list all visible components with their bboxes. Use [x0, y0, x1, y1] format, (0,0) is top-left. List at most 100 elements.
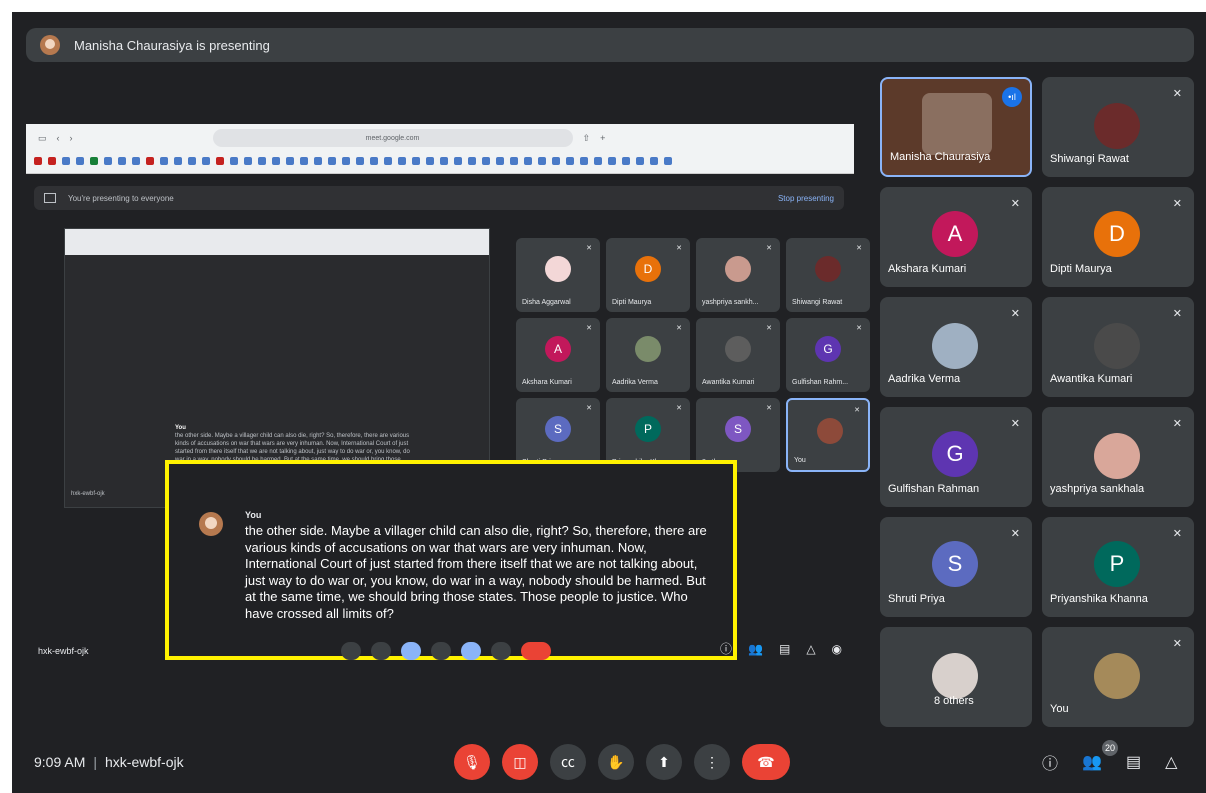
participant-photo: [1094, 433, 1140, 479]
avatar: S: [725, 416, 751, 442]
presenting-bar: You're presenting to everyone Stop prese…: [34, 186, 844, 210]
participant-name: yashpriya sankh...: [702, 299, 759, 306]
inner-participant-tile: Aadrika Verma ✕: [606, 318, 690, 392]
inner-meeting-code: hxk-ewbf-ojk: [38, 646, 89, 656]
participant-name: Awantika Kumari: [702, 379, 755, 386]
participant-name: Akshara Kumari: [888, 263, 967, 275]
browser-bar: ▭ ‹ › meet.google.com ⇧ +: [26, 124, 854, 174]
more-options-button[interactable]: ⋮: [694, 744, 730, 780]
avatar: P: [635, 416, 661, 442]
people-button[interactable]: 👥 20: [1082, 740, 1119, 772]
mic-off-icon: ✕: [1172, 418, 1182, 430]
participant-tile[interactable]: D Dipti Maurya ✕: [1042, 187, 1194, 287]
mic-off-icon: ✕: [586, 245, 592, 252]
chat-icon: ▤: [778, 641, 791, 656]
inner-participant-tile: Shiwangi Rawat ✕: [786, 238, 870, 312]
inner-right-controls: ⓘ 👥 ▤ △ ◉: [720, 640, 842, 657]
nested-meeting-code: hxk-ewbf-ojk: [71, 491, 105, 497]
captions-button[interactable]: ㏄: [550, 744, 586, 780]
mic-off-icon: ✕: [1172, 528, 1182, 540]
speaking-indicator-icon: •ıl: [1002, 87, 1022, 107]
participant-photo: [1094, 653, 1140, 699]
more-icon: [491, 642, 511, 660]
cc-icon: ㏄: [561, 754, 575, 770]
participant-name: Manisha Chaurasiya: [890, 151, 991, 163]
participant-name: yashpriya sankhala: [1050, 483, 1145, 495]
new-tab-icon: +: [600, 133, 606, 143]
avatar: D: [1094, 211, 1140, 257]
caption-speaker: You: [245, 510, 262, 520]
participant-tile[interactable]: P Priyanshika Khanna ✕: [1042, 517, 1194, 617]
participant-tile[interactable]: Manisha Chaurasiya •ıl: [880, 77, 1032, 177]
call-controls: 🎙 ◫ ㏄ ✋ ⬆ ⋮ ☎: [454, 744, 790, 780]
avatar: G: [932, 431, 978, 477]
avatar: [545, 256, 571, 282]
more-vert-icon: ⋮: [705, 753, 719, 770]
participant-photo: [1094, 103, 1140, 149]
presenter-avatar: [40, 35, 60, 55]
participant-tile[interactable]: Aadrika Verma ✕: [880, 297, 1032, 397]
participant-name: Dipti Maurya: [612, 299, 652, 306]
mic-off-icon: ✕: [1010, 418, 1020, 430]
end-call-icon: [521, 642, 551, 660]
chat-button[interactable]: ▤: [1126, 752, 1141, 772]
info-icon: ⓘ: [720, 642, 733, 656]
mic-off-icon: ✕: [854, 407, 860, 414]
avatar: [725, 336, 751, 362]
participant-tile[interactable]: A Akshara Kumari ✕: [880, 187, 1032, 287]
participant-tile[interactable]: You ✕: [1042, 627, 1194, 727]
participant-name: Akshara Kumari: [522, 379, 572, 386]
clock-and-code: 9:09 AM | hxk-ewbf-ojk: [34, 754, 184, 770]
side-controls: ⓘ 👥 20 ▤ △: [1042, 740, 1177, 774]
separator: |: [93, 754, 98, 770]
mic-off-icon: ✕: [586, 405, 592, 412]
avatar: [635, 336, 661, 362]
leave-call-button[interactable]: ☎: [742, 744, 790, 780]
participant-tile[interactable]: yashpriya sankhala ✕: [1042, 407, 1194, 507]
mic-icon: [341, 642, 361, 660]
camera-off-icon: ◫: [513, 753, 527, 770]
mic-off-icon: ✕: [856, 325, 862, 332]
back-icon: ‹: [56, 133, 60, 143]
participant-tile[interactable]: G Gulfishan Rahman ✕: [880, 407, 1032, 507]
participant-tile[interactable]: Awantika Kumari ✕: [1042, 297, 1194, 397]
participant-tile[interactable]: S Shruti Priya ✕: [880, 517, 1032, 617]
inner-participant-grid: Disha Aggarwal ✕ D Dipti Maurya ✕ yashpriya s…: [516, 238, 872, 474]
mic-off-icon: ✕: [586, 325, 592, 332]
mic-off-icon: ✕: [766, 325, 772, 332]
camera-button[interactable]: ◫: [502, 744, 538, 780]
participant-name: Shiwangi Rawat: [1050, 153, 1129, 165]
present-icon: ⬆: [658, 753, 670, 770]
participant-name: Aadrika Verma: [612, 379, 658, 386]
raise-hand-button[interactable]: ✋: [598, 744, 634, 780]
mic-button[interactable]: 🎙: [454, 744, 490, 780]
participant-name: 8 others: [934, 695, 974, 707]
avatar: S: [932, 541, 978, 587]
participant-photo: [932, 323, 978, 369]
caption-controls: [341, 642, 551, 660]
forward-icon: ›: [69, 133, 73, 143]
time: 9:09 AM: [34, 754, 86, 770]
meet-window: Manisha Chaurasiya is presenting ▭ ‹ › m…: [12, 12, 1206, 793]
info-button[interactable]: ⓘ: [1042, 750, 1058, 774]
participant-tile[interactable]: Shiwangi Rawat ✕: [1042, 77, 1194, 177]
avatar: S: [545, 416, 571, 442]
present-button[interactable]: ⬆: [646, 744, 682, 780]
present-icon: [44, 193, 56, 203]
participant-name: Gulfishan Rahman: [888, 483, 980, 495]
mic-off-icon: ✕: [1010, 528, 1020, 540]
activities-icon: △: [806, 641, 816, 656]
participant-name: Dipti Maurya: [1050, 263, 1112, 275]
host-controls-icon: ◉: [831, 641, 843, 656]
avatar: G: [815, 336, 841, 362]
mic-off-icon: ✕: [1172, 638, 1182, 650]
people-icon: 👥: [748, 641, 763, 656]
stop-presenting-button[interactable]: Stop presenting: [778, 194, 834, 203]
participant-name: You: [1050, 703, 1069, 715]
participant-tile[interactable]: 8 others: [880, 627, 1032, 727]
end-call-icon: ☎: [757, 753, 775, 770]
camera-icon: [371, 642, 391, 660]
inner-participant-tile: D Dipti Maurya ✕: [606, 238, 690, 312]
activities-button[interactable]: △: [1165, 752, 1177, 772]
inner-participant-tile: Awantika Kumari ✕: [696, 318, 780, 392]
